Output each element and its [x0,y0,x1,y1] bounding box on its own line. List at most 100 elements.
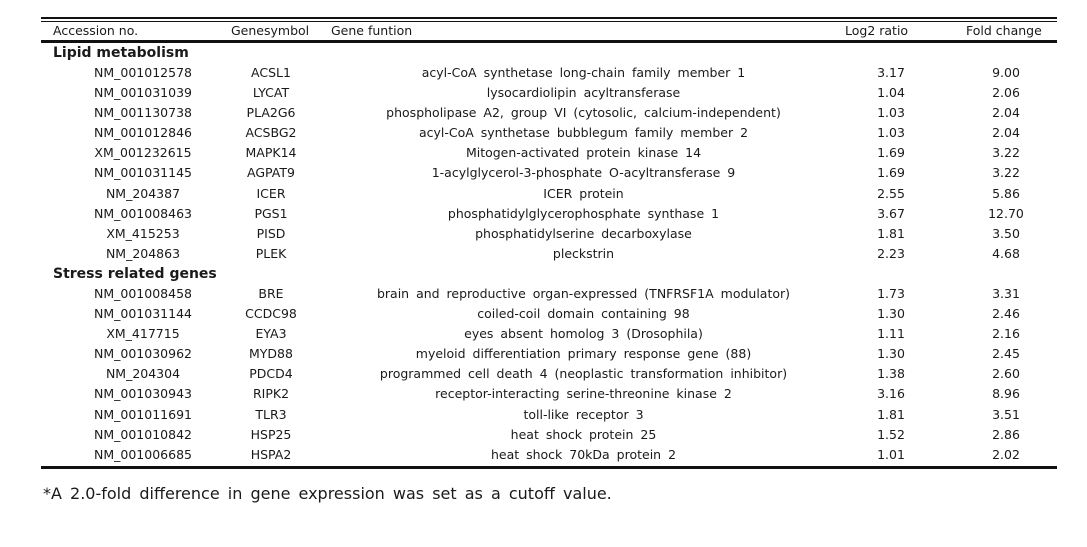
header-genesymbol: Genesymbol [231,23,310,38]
table-row: NM_001031144 CCDC98 coiled-coil domain con… [41,304,1057,324]
gene-function-cell: myeloid differentiation primary response… [415,346,752,362]
table-row: NM_001006685 HSPA2 heat shock 70kDa protei… [41,445,1057,465]
table-row: XM_417715 EYA3 eyes absent homolog 3 (Dros… [41,324,1057,344]
bottom-rule [41,465,1057,469]
fold-change-cell: 3.22 [992,145,1020,161]
genesymbol-cell: BRE [258,285,284,301]
genesymbol-cell: HSP25 [250,426,292,442]
gene-function-cell: heat shock 70kDa protein 2 [490,446,677,462]
accession-cell: XM_001232615 [94,145,192,161]
accession-cell: NM_001010842 [94,426,192,442]
fold-change-cell: 5.86 [992,185,1020,201]
section-heading: Stress related genes [41,264,1057,284]
accession-cell: NM_001012846 [94,125,192,141]
log2-ratio-cell: 3.17 [877,65,905,80]
fold-change-cell: 8.96 [992,386,1020,402]
gene-function-cell: heat shock protein 25 [510,426,657,442]
accession-cell: NM_001031145 [94,165,192,181]
gene-function-cell: phospholipase A2, group VI (cytosolic, c… [386,105,781,121]
fold-change-cell: 2.60 [992,366,1020,382]
log2-ratio-cell: 1.69 [877,145,905,161]
header-accession: Accession no. [53,23,139,38]
table-header: Accession no. Genesymbol Gene funtion Lo… [41,22,1057,40]
table-row: NM_204863 PLEK pleckstrin 2.23 4.68 [41,244,1057,264]
gene-function-cell: toll-like receptor 3 [523,406,644,422]
gene-function-cell: Mitogen-activated protein kinase 14 [465,145,702,161]
gene-function-cell: pleckstrin [552,245,615,261]
log2-ratio-cell: 1.38 [877,366,905,382]
gene-function-cell: coiled-coil domain containing 98 [477,306,690,322]
log2-ratio-cell: 1.01 [877,446,905,462]
genesymbol-cell: CCDC98 [245,306,297,322]
accession-cell: XM_417715 [106,326,180,342]
section-title: Stress related genes [53,265,217,282]
gene-function-cell: eyes absent homolog 3 (Drosophila) [464,326,703,342]
fold-change-cell: 12.70 [988,205,1024,221]
header-fold-change: Fold change [966,23,1042,38]
genesymbol-cell: ACSL1 [251,65,291,80]
fold-change-cell: 2.04 [992,105,1020,121]
fold-change-cell: 3.51 [992,406,1020,422]
gene-function-cell: ICER protein [543,185,624,201]
accession-cell: NM_204304 [105,366,181,382]
gene-function-cell: 1-acylglycerol-3-phosphate O-acyltransfe… [431,165,736,181]
table-row: NM_001008463 PGS1 phosphatidylglycerophosp… [41,204,1057,224]
table-row: NM_001011691 TLR3 toll-like receptor 3 1.81… [41,405,1057,425]
table-row: NM_001030962 MYD88 myeloid differentiation… [41,344,1057,364]
genesymbol-cell: PDCD4 [249,366,293,382]
fold-change-cell: 2.16 [992,326,1020,342]
table-row: XM_001232615 MAPK14 Mitogen-activated prot… [41,143,1057,163]
accession-cell: NM_001006685 [94,446,192,462]
fold-change-cell: 3.31 [992,285,1020,301]
log2-ratio-cell: 3.16 [877,386,905,402]
log2-ratio-cell: 1.11 [877,326,905,342]
gene-function-cell: acyl-CoA synthetase long-chain family me… [421,65,746,80]
table-row: NM_001012578 ACSL1 acyl-CoA synthetase lon… [41,63,1057,83]
accession-cell: NM_001008458 [94,285,192,301]
genesymbol-cell: TLR3 [255,406,287,422]
gene-function-cell: lysocardiolipin acyltransferase [486,85,681,101]
table-row: NM_001012846 ACSBG2 acyl-CoA synthetase bu… [41,123,1057,143]
genesymbol-cell: HSPA2 [250,446,292,462]
accession-cell: NM_204387 [105,185,181,201]
table-row: NM_001010842 HSP25 heat shock protein 25 1.… [41,425,1057,445]
genesymbol-cell: PISD [256,225,286,241]
genesymbol-cell: RIPK2 [252,386,290,402]
log2-ratio-cell: 1.81 [877,225,905,241]
fold-change-cell: 2.06 [992,85,1020,101]
genesymbol-cell: EYA3 [255,326,287,342]
accession-cell: NM_001130738 [94,105,192,121]
table-row: NM_204304 PDCD4 programmed cell death 4 (n… [41,364,1057,384]
accession-cell: NM_001008463 [94,205,192,221]
genesymbol-cell: PLEK [255,245,287,261]
header-log2-ratio: Log2 ratio [845,23,909,38]
table-row: NM_001031039 LYCAT lysocardiolipin acyltra… [41,83,1057,103]
fold-change-cell: 2.04 [992,125,1020,141]
log2-ratio-cell: 2.55 [877,185,905,201]
accession-cell: NM_001030962 [94,346,192,362]
header-gene-function: Gene funtion [331,23,413,38]
table-body: Lipid metabolism NM_001012578 ACSL1 acyl-Co… [41,43,1057,465]
genesymbol-cell: LYCAT [252,85,290,101]
accession-cell: NM_204863 [105,245,181,261]
genesymbol-cell: ACSBG2 [245,125,297,141]
log2-ratio-cell: 1.30 [877,306,905,322]
table-row: XM_415253 PISD phosphatidylserine decarbox… [41,224,1057,244]
accession-cell: NM_001031144 [94,306,192,322]
fold-change-cell: 3.22 [992,165,1020,181]
log2-ratio-cell: 1.73 [877,285,905,301]
fold-change-cell: 9.00 [992,65,1020,80]
log2-ratio-cell: 1.52 [877,426,905,442]
gene-expression-table: Accession no. Genesymbol Gene funtion Lo… [41,17,1057,469]
table-row: NM_001008458 BRE brain and reproductive or… [41,284,1057,304]
accession-cell: NM_001011691 [94,406,192,422]
gene-function-cell: phosphatidylglycerophosphate synthase 1 [447,205,720,221]
log2-ratio-cell: 3.67 [877,205,905,221]
fold-change-cell: 2.02 [992,446,1020,462]
gene-function-cell: brain and reproductive organ-expressed (… [376,285,791,301]
footnote: *A 2.0-fold difference in gene expressio… [43,484,612,503]
fold-change-cell: 3.50 [992,225,1020,241]
log2-ratio-cell: 1.81 [877,406,905,422]
accession-cell: NM_001030943 [94,386,192,402]
section-title: Lipid metabolism [53,45,189,61]
